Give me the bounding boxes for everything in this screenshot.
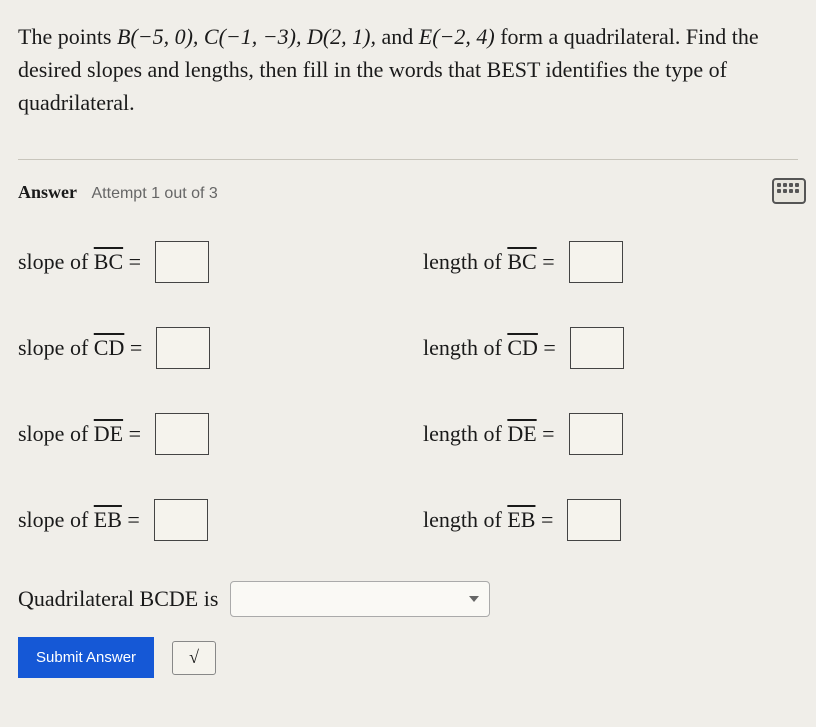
slope-eb-label: slope of EB = xyxy=(18,507,140,533)
length-eb-label: length of EB = xyxy=(423,507,553,533)
keyboard-icon[interactable] xyxy=(772,178,806,204)
slope-eb-input[interactable] xyxy=(154,499,208,541)
sqrt-button[interactable]: √ xyxy=(172,641,216,675)
attempt-label: Attempt 1 out of 3 xyxy=(92,185,218,202)
quadrilateral-type-select[interactable] xyxy=(230,581,490,617)
answer-label: Answer xyxy=(18,182,77,202)
length-de-label: length of DE = xyxy=(423,421,555,447)
length-cd-label: length of CD = xyxy=(423,335,556,361)
length-de-input[interactable] xyxy=(569,413,623,455)
slope-eb-field: slope of EB = xyxy=(18,499,393,541)
slope-cd-input[interactable] xyxy=(156,327,210,369)
answer-section: Answer Attempt 1 out of 3 slope of BC = … xyxy=(18,159,798,678)
length-bc-field: length of BC = xyxy=(423,241,798,283)
chevron-down-icon xyxy=(469,596,479,602)
length-cd-input[interactable] xyxy=(570,327,624,369)
length-eb-input[interactable] xyxy=(567,499,621,541)
length-cd-field: length of CD = xyxy=(423,327,798,369)
slope-de-label: slope of DE = xyxy=(18,421,141,447)
slope-de-input[interactable] xyxy=(155,413,209,455)
length-bc-label: length of BC = xyxy=(423,249,555,275)
fields-grid: slope of BC = length of BC = slope of CD… xyxy=(18,241,798,541)
slope-bc-input[interactable] xyxy=(155,241,209,283)
q-prefix: The points xyxy=(18,24,117,49)
conclusion-row: Quadrilateral BCDE is xyxy=(18,581,798,617)
length-eb-field: length of EB = xyxy=(423,499,798,541)
slope-cd-label: slope of CD = xyxy=(18,335,142,361)
conclusion-label: Quadrilateral BCDE is xyxy=(18,586,218,612)
slope-de-field: slope of DE = xyxy=(18,413,393,455)
slope-bc-label: slope of BC = xyxy=(18,249,141,275)
slope-cd-field: slope of CD = xyxy=(18,327,393,369)
sqrt-icon: √ xyxy=(189,647,199,668)
answer-header: Answer Attempt 1 out of 3 xyxy=(18,182,798,203)
q-and: and xyxy=(376,24,419,49)
length-bc-input[interactable] xyxy=(569,241,623,283)
q-points: B(−5, 0), C(−1, −3), D(2, 1), xyxy=(117,24,376,49)
length-de-field: length of DE = xyxy=(423,413,798,455)
question-text: The points B(−5, 0), C(−1, −3), D(2, 1),… xyxy=(18,20,798,119)
slope-bc-field: slope of BC = xyxy=(18,241,393,283)
submit-button[interactable]: Submit Answer xyxy=(18,637,154,678)
bottom-row: Submit Answer √ xyxy=(18,637,798,678)
q-pointE: E(−2, 4) xyxy=(419,24,495,49)
